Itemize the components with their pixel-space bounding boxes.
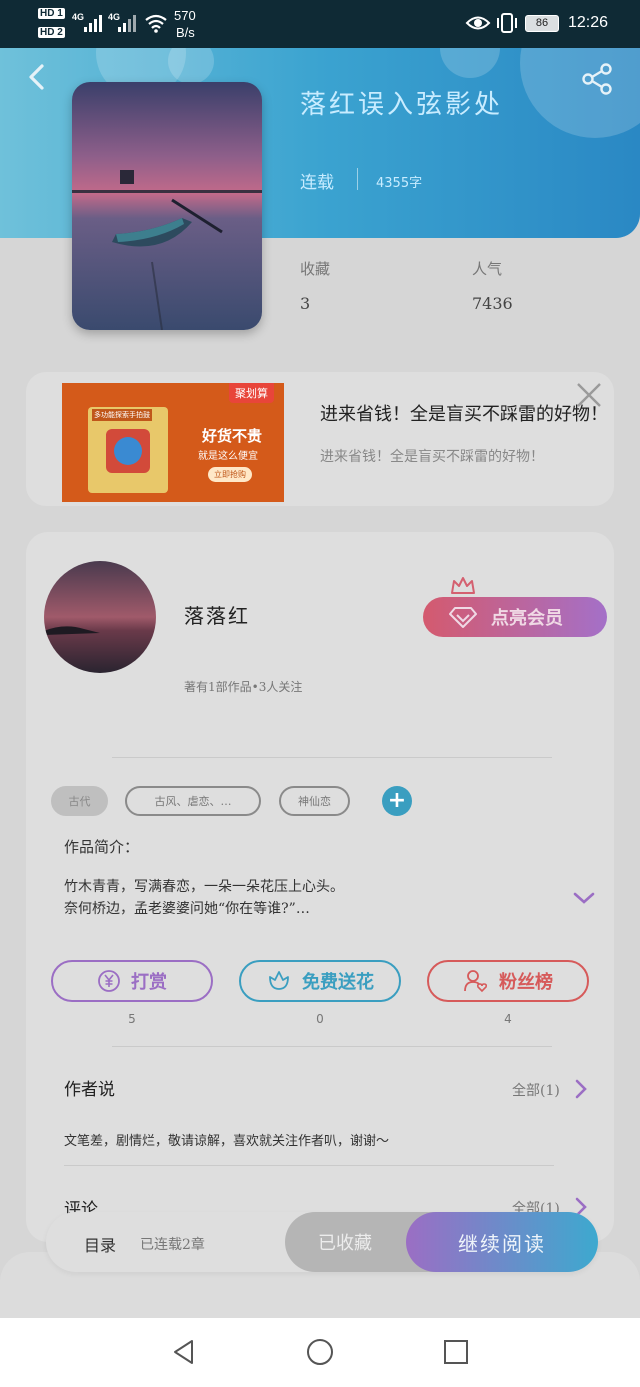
fan-count: 4 [504, 1012, 512, 1026]
toc-status[interactable]: 已连载2章 [140, 1234, 205, 1254]
intro-label: 作品简介： [64, 838, 140, 856]
tag-style[interactable]: 古风、虐恋、… [125, 786, 261, 816]
author-name[interactable]: 落落红 [184, 600, 250, 629]
ad-product-image: 多功能探索手拍鼓 [88, 407, 168, 493]
chevron-right-icon[interactable] [574, 1079, 588, 1099]
crown-icon [451, 577, 475, 594]
intro-line-2: 奈何桥边，孟老婆婆问她“你在等谁?”… [64, 901, 310, 917]
divider [64, 1165, 554, 1166]
book-title: 落红误入弦影处 [300, 90, 504, 120]
collected-button-label: 已收藏 [318, 1233, 372, 1254]
fan-ranking-button[interactable]: 粉丝榜 [427, 960, 589, 1002]
network-type-1: 4G [72, 12, 85, 22]
add-tag-button[interactable]: + [382, 786, 412, 816]
send-flower-button[interactable]: 免费送花 [239, 960, 401, 1002]
tag-immortal-romance[interactable]: 神仙恋 [279, 786, 350, 816]
eye-comfort-icon [465, 16, 491, 30]
clock: 12:26 [568, 14, 609, 31]
ad-image[interactable]: 聚划算 多功能探索手拍鼓 好货不贵 就是这么便宜 立即抢购 [62, 383, 284, 502]
signal-icon [84, 14, 102, 32]
stat-label-popularity: 人气 [472, 260, 503, 278]
continue-reading-label: 继续阅读 [458, 1231, 546, 1256]
stat-value-popularity: 7436 [472, 294, 513, 313]
tag-ancient[interactable]: 古代 [51, 786, 108, 816]
signal-icon-2 [118, 14, 136, 32]
fan-ranking-button-label: 粉丝榜 [499, 972, 553, 993]
tip-count: 5 [128, 1012, 136, 1026]
nav-recents-icon[interactable] [442, 1338, 470, 1366]
flower-count: 0 [316, 1012, 324, 1026]
author-meta: 著有1部作品•3人关注 [184, 680, 303, 694]
nav-back-icon[interactable] [170, 1338, 198, 1366]
wifi-icon [145, 14, 167, 33]
diamond-icon [449, 607, 477, 628]
book-status: 连载 [300, 173, 334, 193]
yuan-icon [98, 970, 120, 992]
battery-icon: 86 [525, 15, 559, 32]
sim2-indicator: HD 2 [38, 27, 65, 38]
word-count: 4355字 [376, 176, 423, 191]
stat-label-favorites: 收藏 [300, 260, 331, 278]
back-arrow-icon[interactable] [22, 62, 52, 92]
author-says-text: 文笔差，剧情烂，敬请谅解，喜欢就关注作者叭，谢谢～ [64, 1134, 390, 1149]
ad-title[interactable]: 进来省钱！全是盲买不踩雷的好物！ [320, 400, 616, 426]
tip-button-label: 打赏 [131, 972, 167, 993]
author-says-title: 作者说 [64, 1080, 115, 1100]
vip-button-label: 点亮会员 [491, 608, 563, 629]
nav-home-icon[interactable] [306, 1338, 334, 1366]
share-icon[interactable] [580, 62, 614, 96]
user-heart-icon [464, 970, 488, 993]
ad-subtitle[interactable]: 进来省钱！全是盲买不踩雷的好物！ [320, 446, 610, 466]
author-avatar[interactable] [44, 561, 156, 673]
ad-cta: 立即抢购 [208, 467, 252, 482]
ad-badge: 聚划算 [229, 383, 274, 403]
status-separator [357, 168, 358, 190]
ad-slogan: 好货不贵 [202, 427, 263, 445]
ad-product-caption: 多功能探索手拍鼓 [92, 409, 152, 421]
toc-button[interactable]: 目录 [84, 1232, 116, 1256]
author-says-all-link[interactable]: 全部(1) [512, 1080, 560, 1100]
status-bar: HD 1 HD 2 4G 4G 570 B/s 86 12:26 [0, 0, 640, 48]
sim1-indicator: HD 1 [38, 8, 65, 19]
divider [112, 757, 552, 758]
send-flower-button-label: 免费送花 [302, 972, 374, 993]
vibrate-icon [497, 13, 517, 33]
vip-button[interactable]: 点亮会员 [423, 597, 607, 637]
ad-slogan-sub: 就是这么便宜 [198, 451, 258, 462]
flower-icon [269, 971, 289, 990]
intro-line-1: 竹木青青，写满春恋，一朵一朵花压上心头。 [64, 879, 344, 895]
continue-reading-button[interactable]: 继续阅读 [406, 1212, 598, 1272]
chevron-down-icon[interactable] [572, 890, 596, 906]
stat-value-favorites: 3 [300, 294, 311, 313]
divider [112, 1046, 552, 1047]
tip-button[interactable]: 打赏 [51, 960, 213, 1002]
net-speed-value: 570 [174, 8, 196, 23]
net-speed-unit: B/s [176, 25, 195, 40]
book-cover-image[interactable] [72, 82, 262, 330]
